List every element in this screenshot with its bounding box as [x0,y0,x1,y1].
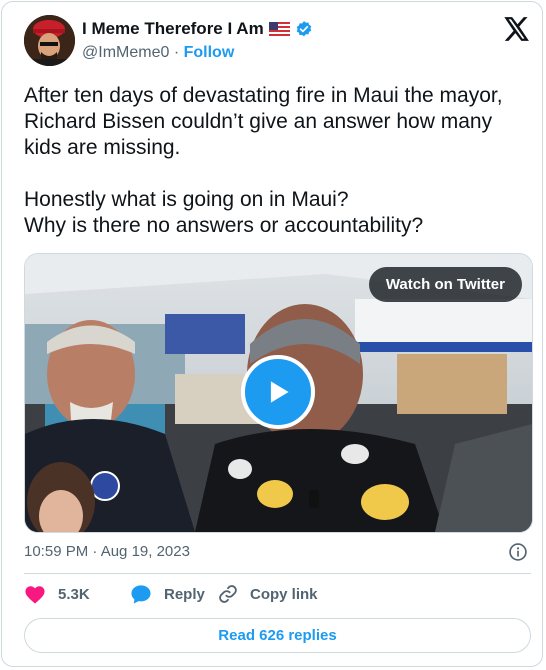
like-button[interactable]: 5.3K [24,584,130,604]
play-icon [270,381,289,403]
tweet-text: After ten days of devastating fire in Ma… [24,84,503,237]
author-name-row: I Meme Therefore I Am [82,19,313,39]
watch-on-twitter-button[interactable]: Watch on Twitter [368,267,522,302]
reply-button[interactable]: Reply [130,584,218,604]
action-bar: 5.3K Reply Copy link [24,584,318,604]
author-handle[interactable]: @ImMeme0 [82,44,169,61]
handle-separator: · [173,44,180,61]
author-avatar[interactable] [24,15,75,66]
info-icon[interactable] [508,542,528,562]
author-display-name[interactable]: I Meme Therefore I Am [82,19,264,39]
x-logo-icon[interactable] [504,17,530,41]
follow-button[interactable]: Follow [184,44,235,61]
video-player[interactable]: Watch on Twitter [24,253,533,533]
play-button[interactable] [241,355,315,429]
tweet-card: I Meme Therefore I Am @ImMeme0 · Follow [1,1,543,667]
avatar-image [24,15,75,66]
heart-icon [25,586,45,604]
author-handle-row: @ImMeme0 · Follow [82,44,234,62]
read-replies-button[interactable]: Read 626 replies [24,618,531,653]
copy-link-label: Copy link [250,585,318,603]
us-flag-icon [268,22,290,36]
link-icon [219,585,237,603]
verified-badge-icon [295,20,313,38]
reply-bubble-icon [131,585,151,604]
reply-label: Reply [164,585,205,603]
copy-link-button[interactable]: Copy link [218,584,318,604]
tweet-timestamp[interactable]: 10:59 PM · Aug 19, 2023 [24,543,190,560]
divider [24,573,531,574]
like-count: 5.3K [58,585,90,603]
